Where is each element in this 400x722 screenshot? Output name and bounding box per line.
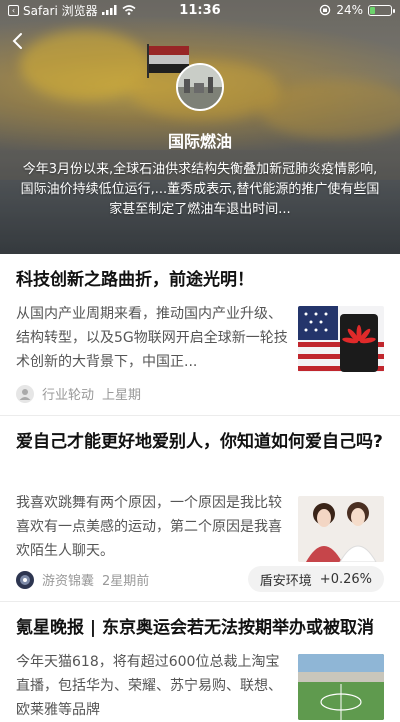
stock-tag[interactable]: 盾安环境 +0.26%	[247, 566, 384, 592]
stock-name: 盾安环境	[259, 573, 312, 589]
article-feed: 科技创新之路曲折，前途光明！ 从国内产业周期来看，推动国内产业升级、结构转型，以…	[0, 254, 400, 722]
article-summary: 从国内产业周期来看，推动国内产业升级、结构转型，以及5G物联网开启全球新一轮技术…	[16, 306, 288, 370]
huawei-flag-image	[298, 306, 384, 372]
publish-time: 上星期	[102, 388, 142, 403]
article-summary: 我喜欢跳舞有两个原因，一个原因是我比较喜欢有一点美感的运动，第二个原因是我喜欢陌…	[16, 495, 282, 559]
author-avatar[interactable]	[16, 570, 34, 589]
channel-title: 国际燃油	[167, 132, 232, 151]
clock: 11:36	[179, 2, 221, 18]
two-women-image	[298, 496, 384, 562]
article-title[interactable]: 科技创新之路曲折，前途光明！	[16, 266, 384, 294]
article-thumbnail[interactable]	[298, 306, 384, 372]
channel-description: 今年3月份以来,全球石油供求结构失衡叠加新冠肺炎疫情影响,国际油价持续低位运行,…	[20, 162, 380, 217]
user-icon	[19, 388, 31, 400]
article-thumbnail[interactable]	[298, 496, 384, 562]
channel-avatar	[176, 63, 224, 111]
status-bar: ‹ Safari 浏览器 11:36 24%	[0, 0, 400, 20]
stock-change: +0.26%	[319, 571, 372, 587]
author-name[interactable]: 游资锦囊	[42, 570, 94, 589]
battery-icon	[368, 4, 395, 16]
article-summary: 今年天猫618，将有超过600位总裁上淘宝直播，包括华为、荣耀、苏宁易购、联想、…	[16, 654, 282, 718]
publish-time: 2星期前	[102, 574, 150, 589]
author-avatar[interactable]	[16, 384, 34, 403]
article-card[interactable]: 爱自己才能更好地爱别人，你知道如何爱自己吗? 我喜欢跳舞有两个原因，一个原因是我…	[0, 416, 400, 602]
author-logo-icon	[20, 574, 30, 585]
back-arrow-icon[interactable]	[8, 30, 30, 52]
article-card[interactable]: 科技创新之路曲折，前途光明！ 从国内产业周期来看，推动国内产业升级、结构转型，以…	[0, 254, 400, 416]
article-title[interactable]: 氪星晚报 | 东京奥运会若无法按期举办或被取消	[16, 614, 384, 642]
stadium-image	[298, 654, 384, 720]
article-meta: 行业轮动 上星期	[16, 384, 141, 403]
article-title[interactable]: 爱自己才能更好地爱别人，你知道如何爱自己吗?	[16, 428, 384, 456]
article-thumbnail[interactable]	[298, 654, 384, 720]
author-name[interactable]: 行业轮动	[42, 384, 94, 403]
article-card[interactable]: 氪星晚报 | 东京奥运会若无法按期举办或被取消 今年天猫618，将有超过600位…	[0, 602, 400, 722]
article-meta: 游资锦囊 2星期前	[16, 570, 149, 589]
oil-facility-image	[178, 65, 222, 109]
